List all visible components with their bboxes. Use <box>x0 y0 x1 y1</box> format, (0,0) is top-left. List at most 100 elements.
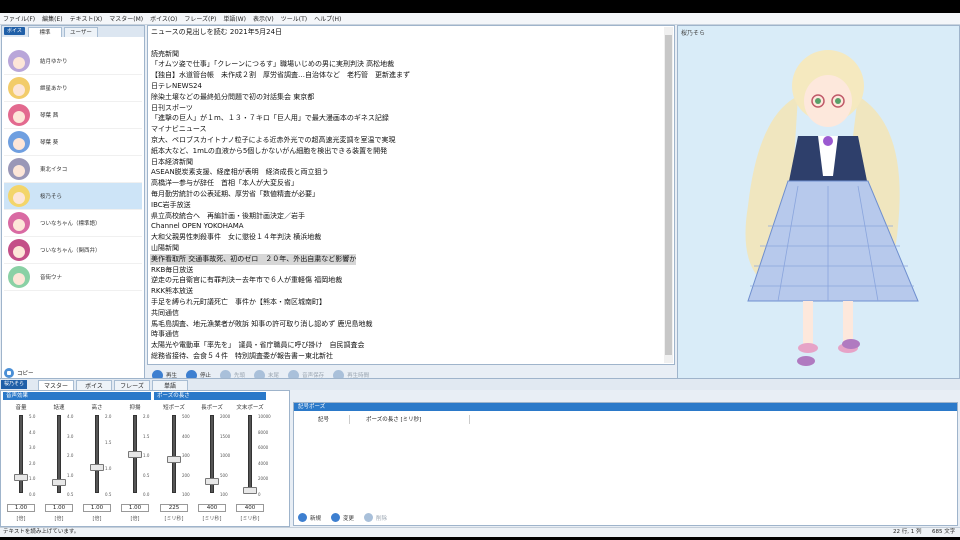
slider-1: 話速 4.0 3.0 2.0 1.0 0.5 1.00 [倍] <box>41 403 77 522</box>
menu-tools[interactable]: ツール(T) <box>281 14 307 23</box>
slider-ticks: 10000 8000 6000 4000 2000 0 <box>258 415 271 509</box>
text-line[interactable]: 手足を縛られ元町議死亡 事件か【熊本・南区城南町】 <box>150 297 664 308</box>
text-line[interactable]: 日本経済新聞 <box>150 157 664 168</box>
text-line[interactable]: 毎月勤労統計の公表延期、厚労省「数値精査が必要」 <box>150 189 664 200</box>
slider-track[interactable] <box>19 415 23 493</box>
text-area[interactable]: ニュースの見出しを読む 2021年5月24日 読売新聞 「オムツ姿で仕事」「クレーン… <box>150 27 664 363</box>
slider-tick-label: 1000 <box>220 453 231 458</box>
delete-button[interactable]: 削除 <box>364 513 387 522</box>
slider-value[interactable]: 1.00 <box>83 504 111 512</box>
text-line[interactable]: 除染土壌などの最終処分問題で初の対話集会 東京都 <box>150 92 664 103</box>
slider-track[interactable] <box>95 415 99 493</box>
text-line[interactable]: ニュースの見出しを読む 2021年5月24日 <box>150 27 664 38</box>
slider-label: 長ポーズ <box>201 405 223 411</box>
slider-tick-label: 2.0 <box>29 460 36 466</box>
slider-5: 長ポーズ 2000 1500 1000 500 100 400 [ミリ秒] <box>194 403 230 522</box>
tab-user[interactable]: ユーザー <box>64 27 98 37</box>
slider-value[interactable]: 1.00 <box>7 504 35 512</box>
text-line[interactable]: 太陽光や電動車「率先を」 議員・省庁職員に呼び掛け 自民調査会 <box>150 340 664 351</box>
text-line[interactable]: RKB毎日放送 <box>150 265 664 276</box>
text-line[interactable]: 山陽新聞 <box>150 243 664 254</box>
text-line[interactable]: 逆走の元自衛官に有罪判決ー去年市で６人が重軽傷 福岡地裁 <box>150 275 664 286</box>
text-line[interactable]: 読売新聞 <box>150 49 664 60</box>
speaker-badge: 桜乃そら <box>1 380 28 389</box>
text-line[interactable]: 日テレNEWS24 <box>150 81 664 92</box>
voice-item[interactable]: ついなちゃん（関西弁） <box>4 237 142 264</box>
scrollbar-thumb[interactable] <box>665 35 672 355</box>
voice-item[interactable]: 東北イタコ <box>4 156 142 183</box>
avatar-face <box>13 138 25 150</box>
text-line[interactable]: 高橋洋一参与が辞任 首相「本人が大変反省」 <box>150 178 664 189</box>
slider-thumb[interactable] <box>14 474 28 482</box>
slider-thumb[interactable] <box>52 479 66 487</box>
menu-word[interactable]: 単語(W) <box>223 14 246 23</box>
slider-value[interactable]: 400 <box>198 504 226 512</box>
slider-2: 高さ 2.0 1.5 1.0 0.5 1.00 [倍] <box>79 403 115 522</box>
slider-unit: [倍] <box>54 516 64 522</box>
voice-item[interactable]: 音街ウナ <box>4 264 142 291</box>
slider-thumb[interactable] <box>243 486 257 494</box>
slider-value[interactable]: 1.00 <box>121 504 149 512</box>
vertical-scrollbar[interactable] <box>664 27 673 363</box>
text-line[interactable]: 県立高校統合へ 再編計画・後期計画決定／岩手 <box>150 211 664 222</box>
text-line[interactable]: IBC岩手放送 <box>150 200 664 211</box>
voice-item[interactable]: 琴葉 葵 <box>4 129 142 156</box>
text-line[interactable]: 馬毛島調査、地元漁業者が敗訴 知事の許可取り消し認めず 鹿児島地裁 <box>150 319 664 330</box>
menu-edit[interactable]: 編集(E) <box>42 14 62 23</box>
status-bar: テキストを読み上げています。 22 行, 1 列 685 文字 <box>0 527 960 537</box>
slider-thumb[interactable] <box>167 456 181 464</box>
slider-value[interactable]: 1.00 <box>45 504 73 512</box>
col-symbol[interactable]: 記号 <box>294 415 350 424</box>
voice-name: 東北イタコ <box>40 167 68 173</box>
menu-file[interactable]: ファイル(F) <box>3 14 35 23</box>
col-pause-length[interactable]: ポーズの長さ [ミリ秒] <box>350 415 470 424</box>
text-line[interactable]: RKK熊本放送 <box>150 286 664 297</box>
text-line[interactable]: 【独自】水道管台帳 未作成２割 厚労省調査…自治体など 老朽管 更新進まず <box>150 70 664 81</box>
slider-label: 文末ポーズ <box>236 405 264 411</box>
menu-master[interactable]: マスター(M) <box>109 14 143 23</box>
slider-tick-label: 4.0 <box>67 414 74 419</box>
voice-item[interactable]: 琴葉 茜 <box>4 102 142 129</box>
voice-item[interactable]: 桜乃そら <box>4 183 142 210</box>
text-line[interactable]: 「進撃の巨人」が１m、１３・７キロ「巨人用」で最大漫画本のギネス記録 <box>150 113 664 124</box>
tab-standard[interactable]: 標準 <box>28 27 62 37</box>
slider-thumb[interactable] <box>205 477 219 485</box>
menu-help[interactable]: ヘルプ(H) <box>314 14 341 23</box>
slider-track[interactable] <box>172 415 176 493</box>
text-line[interactable]: 「オムツ姿で仕事」「クレーンにつるす」職場いじめの男に実刑判決 高松地裁 <box>150 59 664 70</box>
text-line[interactable]: 京大、ペロブスカイトナノ粒子による近赤外光での超高速光変調を室温で実現 <box>150 135 664 146</box>
new-button[interactable]: 新規 <box>298 513 321 522</box>
edit-button[interactable]: 変更 <box>331 513 354 522</box>
menu-view[interactable]: 表示(V) <box>253 14 274 23</box>
text-line[interactable]: 美作看取所 交通事故死、初のゼロ ２０年、外出自粛など影響か <box>150 253 356 265</box>
menu-text[interactable]: テキスト(X) <box>70 14 103 23</box>
symbol-pause-columns: 記号 ポーズの長さ [ミリ秒] <box>294 415 494 424</box>
slider-ticks: 2000 1500 1000 500 100 <box>220 415 230 513</box>
voice-item[interactable]: ついなちゃん（標準語） <box>4 210 142 237</box>
menu-voice[interactable]: ボイス(O) <box>150 14 177 23</box>
text-line[interactable]: 紙本大など、1mLの血液から5個しかないがん細胞を検出できる装置を開発 <box>150 146 664 157</box>
text-line[interactable]: 総務省接待、会食５４件 特別調査委が報告書ー東北新社 <box>150 351 664 362</box>
text-line[interactable]: 大和父親男性刺殺事件 女に懲役１４年判決 横浜地裁 <box>150 232 664 243</box>
text-editor[interactable]: ニュースの見出しを読む 2021年5月24日 読売新聞 「オムツ姿で仕事」「クレーン… <box>147 25 675 365</box>
avatar-face <box>13 111 25 123</box>
text-line[interactable] <box>150 38 664 49</box>
slider-value[interactable]: 400 <box>236 504 264 512</box>
slider-tick-label: 4000 <box>258 460 269 466</box>
slider-track[interactable] <box>248 415 252 493</box>
slider-value[interactable]: 225 <box>160 504 188 512</box>
slider-thumb[interactable] <box>128 451 142 458</box>
char-count: 685 文字 <box>932 529 956 535</box>
text-line[interactable]: 日刊スポーツ <box>150 103 664 114</box>
text-line[interactable]: Channel OPEN YOKOHAMA <box>150 221 664 232</box>
slider-thumb[interactable] <box>90 464 104 472</box>
text-line[interactable]: 時事通信 <box>150 329 664 340</box>
delete-icon <box>364 513 374 522</box>
text-line[interactable]: 共同通信 <box>150 308 664 319</box>
voice-item[interactable]: 結月ゆかり <box>4 48 142 75</box>
text-line[interactable]: ASEAN脱炭素支援、経産相が表明 経済成長と両立狙う <box>150 167 664 178</box>
text-line[interactable]: マイナビニュース <box>150 124 664 135</box>
menu-phrase[interactable]: フレーズ(P) <box>184 14 216 23</box>
voice-avatar <box>8 50 30 72</box>
voice-item[interactable]: 紲星あかり <box>4 75 142 102</box>
